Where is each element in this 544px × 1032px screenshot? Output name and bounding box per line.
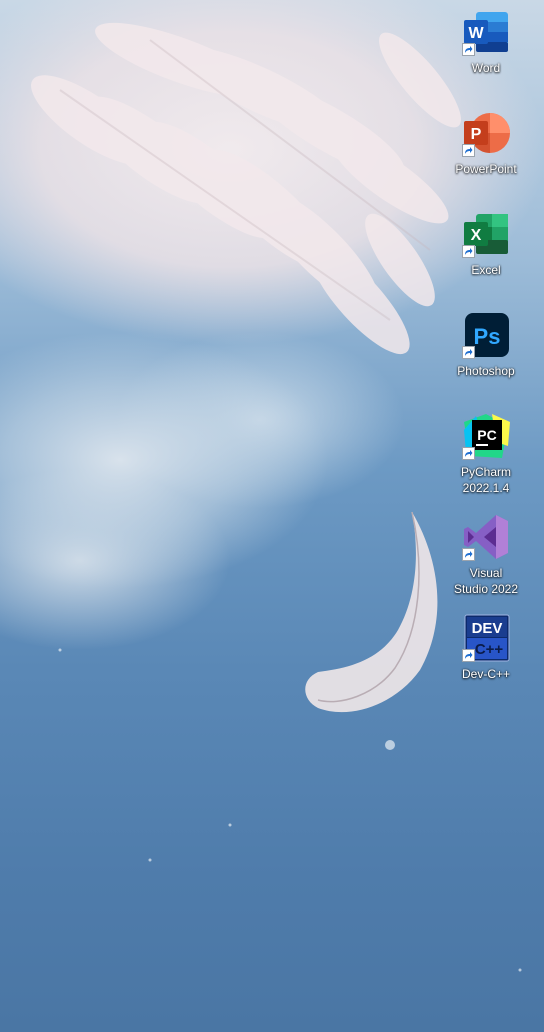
- pycharm-icon: PC: [462, 412, 510, 460]
- pycharm-glyph: PC: [477, 427, 496, 443]
- desktop-icon-label: Visual Studio 2022: [453, 566, 519, 596]
- word-icon: W: [462, 8, 510, 56]
- shortcut-arrow-icon: [462, 144, 475, 157]
- desktop-icon-label: Excel: [471, 263, 501, 277]
- desktop-icon-word[interactable]: W Word: [446, 8, 526, 76]
- desktop-icon-label: PyCharm 2022.1.4: [460, 465, 511, 495]
- desktop-icon-powerpoint[interactable]: P PowerPoint: [446, 109, 526, 177]
- desktop-icon-label: PowerPoint: [455, 162, 517, 176]
- shortcut-arrow-icon: [462, 649, 475, 662]
- desktop-icon-visual-studio[interactable]: Visual Studio 2022: [446, 513, 526, 597]
- photoshop-glyph: Ps: [474, 324, 501, 349]
- desktop-icon-pycharm[interactable]: PC PyCharm 2022.1.4: [446, 412, 526, 496]
- shortcut-arrow-icon: [462, 447, 475, 460]
- desktop-icon-excel[interactable]: X Excel: [446, 210, 526, 278]
- shortcut-arrow-icon: [462, 245, 475, 258]
- desktop-icon-dev-cpp[interactable]: DEV C++ Dev-C++: [446, 614, 526, 682]
- shortcut-arrow-icon: [462, 548, 475, 561]
- desktop-icon-label: Word: [471, 61, 501, 75]
- word-glyph: W: [468, 25, 484, 42]
- visual-studio-icon: [462, 513, 510, 561]
- dev-cpp-glyph-top: DEV: [472, 620, 503, 637]
- excel-icon: X: [462, 210, 510, 258]
- desktop-icon-label: Dev-C++: [461, 667, 511, 681]
- desktop-icon-label: Photoshop: [457, 364, 515, 378]
- powerpoint-glyph: P: [471, 126, 482, 143]
- shortcut-arrow-icon: [462, 346, 475, 359]
- dev-cpp-glyph-bottom: C++: [475, 641, 504, 658]
- excel-glyph: X: [471, 227, 482, 244]
- powerpoint-icon: P: [462, 109, 510, 157]
- desktop-icon-photoshop[interactable]: Ps Photoshop: [446, 311, 526, 379]
- shortcut-arrow-icon: [462, 43, 475, 56]
- photoshop-icon: Ps: [462, 311, 510, 359]
- dev-cpp-icon: DEV C++: [462, 614, 510, 662]
